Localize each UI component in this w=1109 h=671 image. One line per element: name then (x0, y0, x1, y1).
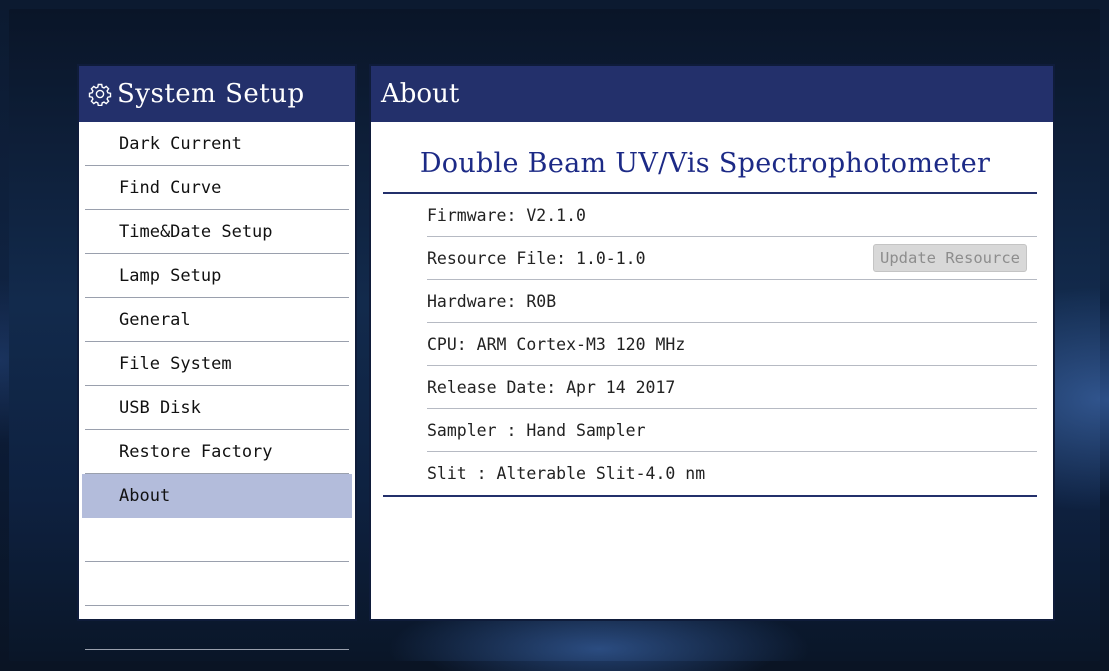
product-title: Double Beam UV/Vis Spectrophotometer (419, 148, 991, 179)
setup-menu: Dark Current Find Curve Time&Date Setup … (79, 122, 355, 650)
sampler-row: Sampler : Hand Sampler (427, 409, 1037, 452)
menu-item-dark-current[interactable]: Dark Current (85, 122, 349, 166)
gear-icon (87, 81, 113, 107)
menu-item-usb-disk[interactable]: USB Disk (85, 386, 349, 430)
menu-item-empty (85, 518, 349, 562)
resource-file-text: Resource File: 1.0-1.0 (427, 248, 646, 268)
menu-item-time-date-setup[interactable]: Time&Date Setup (85, 210, 349, 254)
menu-item-find-curve[interactable]: Find Curve (85, 166, 349, 210)
hardware-row: Hardware: R0B (427, 280, 1037, 323)
cpu-text: CPU: ARM Cortex-M3 120 MHz (427, 334, 686, 354)
system-setup-panel: System Setup Dark Current Find Curve Tim… (77, 64, 357, 650)
system-setup-header: System Setup (79, 66, 355, 122)
menu-item-restore-factory[interactable]: Restore Factory (85, 430, 349, 474)
cpu-row: CPU: ARM Cortex-M3 120 MHz (427, 323, 1037, 366)
about-panel: About Double Beam UV/Vis Spectrophotomet… (369, 64, 1055, 621)
resource-file-row: Resource File: 1.0-1.0 Update Resource (427, 237, 1037, 280)
menu-item-general[interactable]: General (85, 298, 349, 342)
firmware-text: Firmware: V2.1.0 (427, 205, 586, 225)
about-header: About (371, 66, 1053, 122)
slit-row: Slit : Alterable Slit-4.0 nm (427, 452, 1037, 495)
menu-item-lamp-setup[interactable]: Lamp Setup (85, 254, 349, 298)
menu-item-about[interactable]: About (82, 474, 352, 518)
menu-item-empty (85, 562, 349, 606)
about-info-list: Firmware: V2.1.0 Resource File: 1.0-1.0 … (383, 194, 1037, 495)
release-date-text: Release Date: Apr 14 2017 (427, 377, 676, 397)
menu-item-file-system[interactable]: File System (85, 342, 349, 386)
slit-text: Slit : Alterable Slit-4.0 nm (427, 464, 706, 483)
firmware-row: Firmware: V2.1.0 (427, 194, 1037, 237)
menu-item-empty (85, 606, 349, 650)
bottom-divider (383, 495, 1037, 497)
release-date-row: Release Date: Apr 14 2017 (427, 366, 1037, 409)
hardware-text: Hardware: R0B (427, 291, 557, 311)
update-resource-button[interactable]: Update Resource (873, 244, 1027, 272)
system-setup-title: System Setup (117, 79, 305, 109)
sampler-text: Sampler : Hand Sampler (427, 420, 646, 440)
